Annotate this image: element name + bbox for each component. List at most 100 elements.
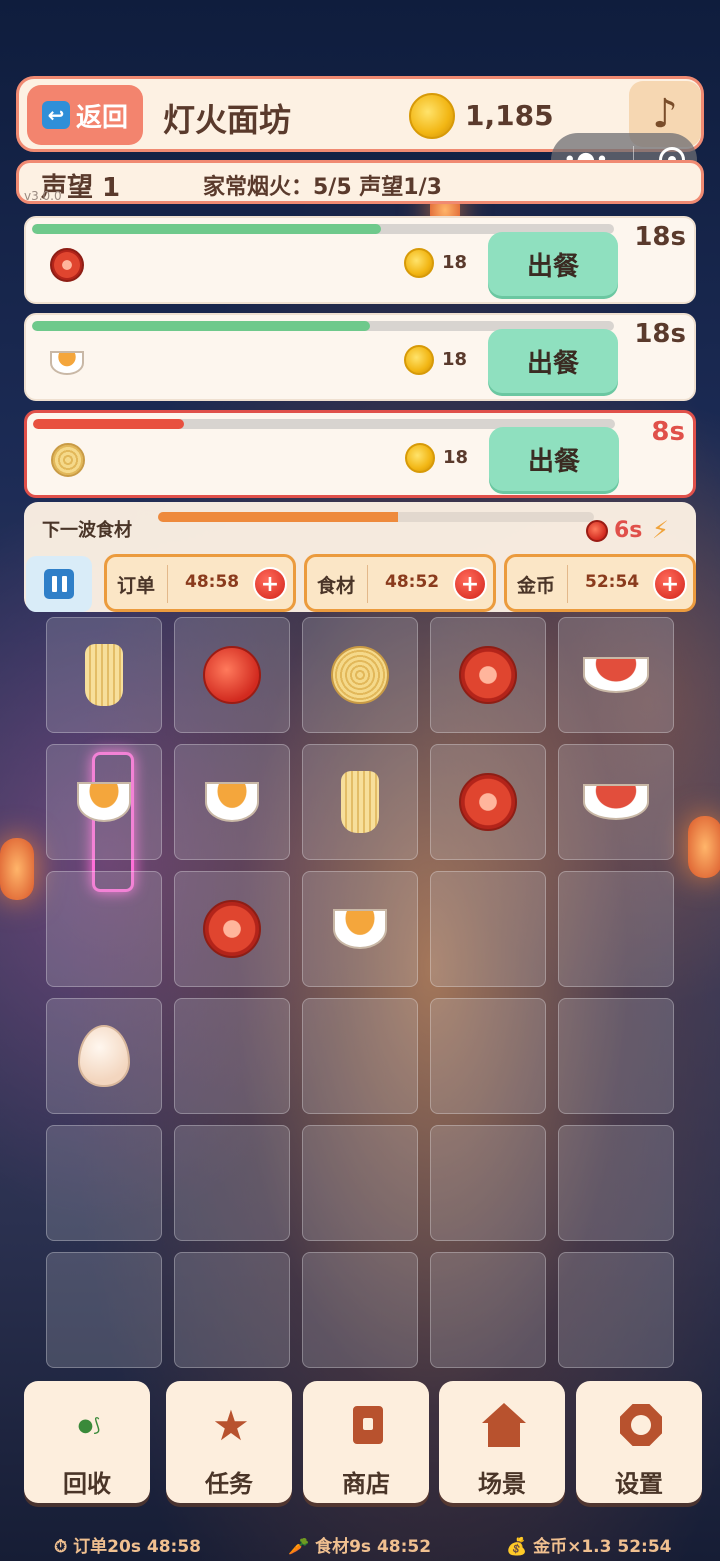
order-reward: 18 [443, 447, 469, 468]
board-cell[interactable] [174, 1125, 290, 1241]
order-reward: 18 [442, 252, 468, 273]
tomato-icon[interactable] [203, 646, 261, 704]
version-label: v3.0.0 [24, 189, 62, 203]
coin-icon [404, 345, 434, 375]
nav-shop[interactable]: 商店 [303, 1381, 429, 1503]
board-cell[interactable] [558, 617, 674, 733]
boost-plus-button[interactable]: + [253, 567, 287, 601]
board-cell[interactable] [558, 871, 674, 987]
lightning-icon[interactable]: ⚡ [652, 516, 669, 544]
boost-plus-button[interactable]: + [453, 567, 487, 601]
board-cell[interactable] [302, 744, 418, 860]
board-cell[interactable] [46, 998, 162, 1114]
board-cell[interactable] [302, 1125, 418, 1241]
board-cell[interactable] [174, 871, 290, 987]
pause-icon [44, 569, 74, 599]
board-cell[interactable] [430, 998, 546, 1114]
board-cell[interactable] [174, 617, 290, 733]
nav-label: 任务 [205, 1470, 253, 1498]
tomato-slice-icon[interactable] [203, 900, 261, 958]
shop-icon [346, 1403, 390, 1447]
serve-button[interactable]: 出餐 [488, 329, 618, 393]
order-time: 8s [651, 417, 685, 447]
board-cell[interactable] [430, 744, 546, 860]
serve-button[interactable]: 出餐 [488, 232, 618, 296]
soup-icon[interactable] [205, 782, 259, 822]
board-cell[interactable] [302, 1252, 418, 1368]
status-coins: 💰 金币×1.3 52:54 [506, 1537, 672, 1557]
boost-label: 订单 [117, 575, 156, 597]
order-time: 18s [634, 319, 686, 349]
star-icon: ★ [212, 1400, 250, 1450]
meat-bowl-icon[interactable] [583, 784, 649, 820]
boost-time: 52:54 [585, 572, 640, 592]
nav-scene[interactable]: 场景 [439, 1381, 565, 1503]
recycle-icon: ●⟆ [77, 1414, 101, 1436]
board-cell[interactable] [302, 998, 418, 1114]
nav-settings[interactable]: 设置 [576, 1381, 702, 1503]
boost-orders[interactable]: 订单 48:58 + [104, 554, 296, 612]
board-cell[interactable] [174, 998, 290, 1114]
board-cell[interactable] [430, 1252, 546, 1368]
egg-icon[interactable] [78, 1025, 130, 1087]
next-wave-panel: 下一波食材 6s ⚡ 订单 48:58 + 食材 48:52 + 金币 52:5… [24, 502, 696, 612]
soup-icon[interactable] [333, 909, 387, 949]
nav-tasks[interactable]: ★ 任务 [166, 1381, 292, 1503]
boost-divider [167, 565, 168, 603]
boost-plus-button[interactable]: + [653, 567, 687, 601]
order-card: 18 出餐 18s [24, 313, 696, 401]
tomato-slice-icon[interactable] [459, 773, 517, 831]
noodles-icon[interactable] [331, 646, 389, 704]
back-arrow-icon: ↩ [41, 101, 70, 129]
nav-label: 场景 [478, 1470, 526, 1498]
status-ingredients: 🥕 食材9s 48:52 [288, 1537, 432, 1557]
boost-coins[interactable]: 金币 52:54 + [504, 554, 696, 612]
order-timer-fill [32, 224, 382, 234]
noodle-strands-icon[interactable] [341, 771, 379, 833]
tomato-icon [586, 520, 608, 542]
order-reward: 18 [442, 349, 468, 370]
meat-bowl-icon[interactable] [583, 657, 649, 693]
pause-button[interactable] [26, 556, 92, 612]
serve-button[interactable]: 出餐 [489, 427, 619, 491]
nav-label: 设置 [615, 1470, 663, 1498]
coin-icon [405, 443, 435, 473]
board-cell[interactable] [174, 744, 290, 860]
order-card: 18 出餐 8s [24, 410, 696, 498]
house-icon [482, 1403, 526, 1447]
next-wave-time: 6s [614, 518, 643, 543]
board-cell[interactable] [430, 617, 546, 733]
soup-icon[interactable] [77, 782, 131, 822]
board-cell[interactable] [430, 1125, 546, 1241]
back-label: 返回 [75, 102, 128, 133]
board-cell[interactable] [174, 1252, 290, 1368]
board-cell[interactable] [302, 871, 418, 987]
board-cell[interactable] [430, 871, 546, 987]
boost-divider [567, 565, 568, 603]
board-cell[interactable] [46, 1252, 162, 1368]
order-time: 18s [634, 222, 686, 252]
board-cell[interactable] [46, 871, 162, 987]
merge-board [46, 617, 674, 1372]
board-cell[interactable] [46, 744, 162, 860]
board-cell[interactable] [558, 998, 674, 1114]
coin-icon [404, 248, 434, 278]
noodle-strands-icon[interactable] [85, 644, 123, 706]
order-card: 18 出餐 18s [24, 216, 696, 304]
order-timer-fill [33, 419, 185, 429]
nav-label: 回收 [63, 1470, 111, 1498]
board-cell[interactable] [558, 1125, 674, 1241]
tomato-slice-icon[interactable] [459, 646, 517, 704]
boost-label: 金币 [517, 575, 556, 597]
nav-recycle[interactable]: ●⟆ 回收 [24, 1381, 150, 1503]
boost-ingredients[interactable]: 食材 48:52 + [304, 554, 496, 612]
board-cell[interactable] [46, 1125, 162, 1241]
board-cell[interactable] [558, 744, 674, 860]
board-cell[interactable] [46, 617, 162, 733]
coin-icon [409, 93, 455, 139]
back-button[interactable]: ↩ 返回 [27, 85, 143, 145]
board-cell[interactable] [558, 1252, 674, 1368]
next-wave-progress-fill [158, 512, 398, 522]
board-cell[interactable] [302, 617, 418, 733]
boost-time: 48:52 [385, 572, 440, 592]
